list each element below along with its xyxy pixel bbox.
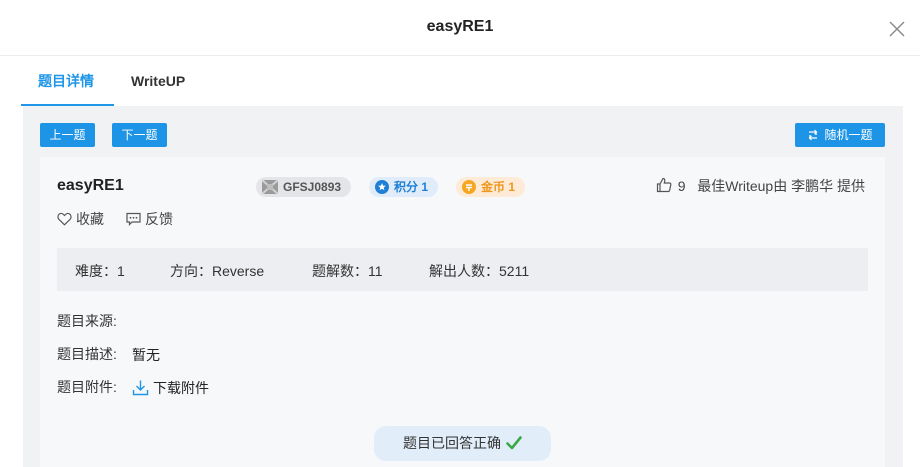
tab-bar: 题目详情 WriteUP [21,56,901,106]
stats-bar: 难度：1 方向：Reverse 题解数：11 解出人数：5211 [57,248,868,291]
random-button-label: 随机一题 [824,128,873,142]
stat-difficulty: 难度：1 [75,263,125,279]
next-button[interactable]: 下一题 [112,123,167,147]
feedback-label: 反馈 [145,211,173,227]
dialog-header: easyRE1 [0,0,920,56]
coin-badge: 金币 1 [456,177,526,197]
id-badge-icon [262,179,278,194]
feedback-icon [126,213,141,227]
description-field: 题目描述: 暂无 [57,344,160,364]
like-section: 9 最佳Writeup由 李鹏华 提供 [656,176,865,196]
stat-solutions: 题解数：11 [312,263,383,279]
check-icon [506,436,522,450]
coin-icon [462,179,476,194]
source-label: 题目来源: [57,313,117,329]
heart-icon [57,213,72,226]
id-badge-text: GFSJ0893 [283,180,342,194]
attachment-label: 题目附件: [57,379,117,395]
solved-status-text: 题目已回答正确 [403,435,501,451]
attachment-field: 题目附件: 下载附件 [57,377,209,397]
description-value: 暂无 [132,347,160,363]
feedback-button[interactable]: 反馈 [126,209,173,229]
best-writeup-text[interactable]: 最佳Writeup由 李鹏华 提供 [697,178,865,194]
score-icon [375,179,389,194]
coin-badge-text: 金币 1 [481,180,516,194]
content-panel: 上一题 下一题 随机一题 easyRE1 GFSJ0893 积分 1 金币 1 … [23,106,903,467]
tab-details[interactable]: 题目详情 [38,56,94,106]
solved-status: 题目已回答正确 [374,426,551,461]
tab-writeup[interactable]: WriteUP [131,56,185,106]
stat-solvers: 解出人数：5211 [429,263,530,279]
close-icon[interactable] [888,20,906,38]
download-icon [132,380,149,395]
like-count: 9 [677,178,686,194]
score-badge-text: 积分 1 [394,180,429,194]
favorite-button[interactable]: 收藏 [57,209,104,229]
shuffle-icon [809,129,818,141]
challenge-card: easyRE1 GFSJ0893 积分 1 金币 1 9 最佳Writeup由 … [40,157,885,467]
download-attachment-text: 下载附件 [153,380,209,396]
id-badge: GFSJ0893 [256,177,352,197]
random-button[interactable]: 随机一题 [795,123,885,147]
description-label: 题目描述: [57,346,117,362]
prev-button[interactable]: 上一题 [40,123,95,147]
stat-direction: 方向：Reverse [170,263,265,279]
source-field: 题目来源: [57,311,117,331]
favorite-label: 收藏 [76,211,104,227]
dialog-title: easyRE1 [426,18,494,35]
download-attachment-link[interactable]: 下载附件 [132,378,209,398]
challenge-title: easyRE1 [57,177,124,194]
score-badge: 积分 1 [369,177,439,197]
thumbs-up-icon[interactable] [656,177,672,193]
